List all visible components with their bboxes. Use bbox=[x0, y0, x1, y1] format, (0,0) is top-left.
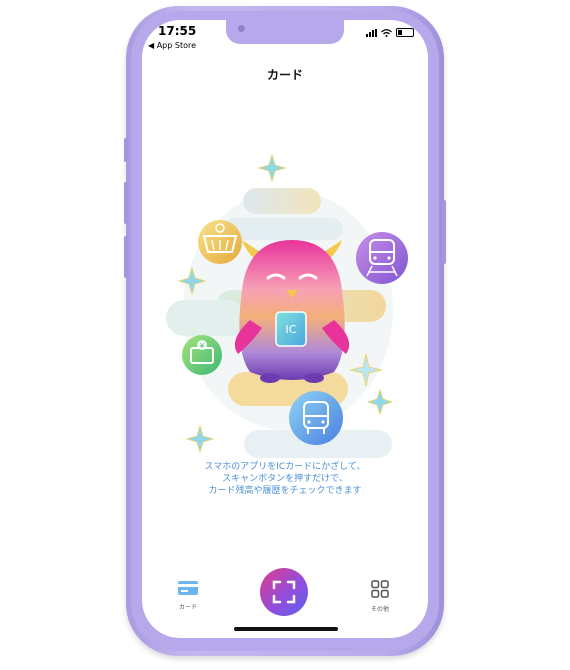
silent-switch bbox=[124, 138, 128, 162]
card-icon bbox=[178, 581, 198, 595]
sparkle-icon bbox=[185, 424, 215, 454]
power-button bbox=[442, 200, 446, 264]
tab-other-label: その他 bbox=[370, 606, 389, 613]
instruction-text: スマホのアプリをICカードにかざして、 スキャンボタンを押すだけで、 カード残高… bbox=[142, 461, 428, 497]
notch bbox=[226, 20, 344, 44]
signal-icon bbox=[366, 28, 377, 37]
cloud-band bbox=[243, 188, 321, 214]
front-camera bbox=[238, 25, 245, 32]
back-to-app-store-link[interactable]: ◀ App Store bbox=[148, 41, 196, 50]
home-indicator[interactable] bbox=[234, 627, 338, 631]
grid-icon bbox=[371, 580, 389, 598]
app-screen: 17:55 ◀ App Store カード ¥ IC スマホのアプリをICカード… bbox=[142, 20, 428, 638]
penguin-mascot bbox=[234, 240, 350, 383]
status-icons bbox=[366, 28, 414, 37]
hero-illustration: ¥ IC bbox=[166, 153, 408, 458]
instruction-line: スキャンボタンを押すだけで、 bbox=[222, 474, 348, 484]
instruction-line: カード残高や履歴をチェックできます bbox=[208, 486, 362, 496]
cloud-band bbox=[166, 300, 246, 336]
ic-chip-label: IC bbox=[286, 323, 297, 336]
volume-down-button bbox=[124, 236, 128, 278]
wifi-icon bbox=[381, 28, 392, 37]
volume-up-button bbox=[124, 182, 128, 224]
instruction-line: スマホのアプリをICカードにかざして、 bbox=[204, 462, 366, 472]
scan-icon bbox=[272, 580, 296, 604]
battery-icon bbox=[396, 28, 414, 37]
sparkle-icon bbox=[257, 153, 287, 183]
tab-other[interactable]: その他 bbox=[360, 580, 400, 613]
scan-button[interactable] bbox=[260, 568, 308, 616]
bus-icon bbox=[289, 391, 343, 445]
page-title: カード bbox=[266, 68, 303, 82]
svg-text:¥: ¥ bbox=[200, 342, 205, 350]
yen-wallet-icon: ¥ bbox=[182, 335, 222, 375]
tab-cards[interactable]: カード bbox=[168, 580, 208, 611]
train-icon bbox=[356, 232, 408, 284]
shopping-basket-icon bbox=[198, 220, 242, 264]
tab-cards-label: カード bbox=[178, 604, 197, 611]
sparkle-icon bbox=[366, 388, 394, 416]
status-time: 17:55 bbox=[158, 24, 197, 38]
